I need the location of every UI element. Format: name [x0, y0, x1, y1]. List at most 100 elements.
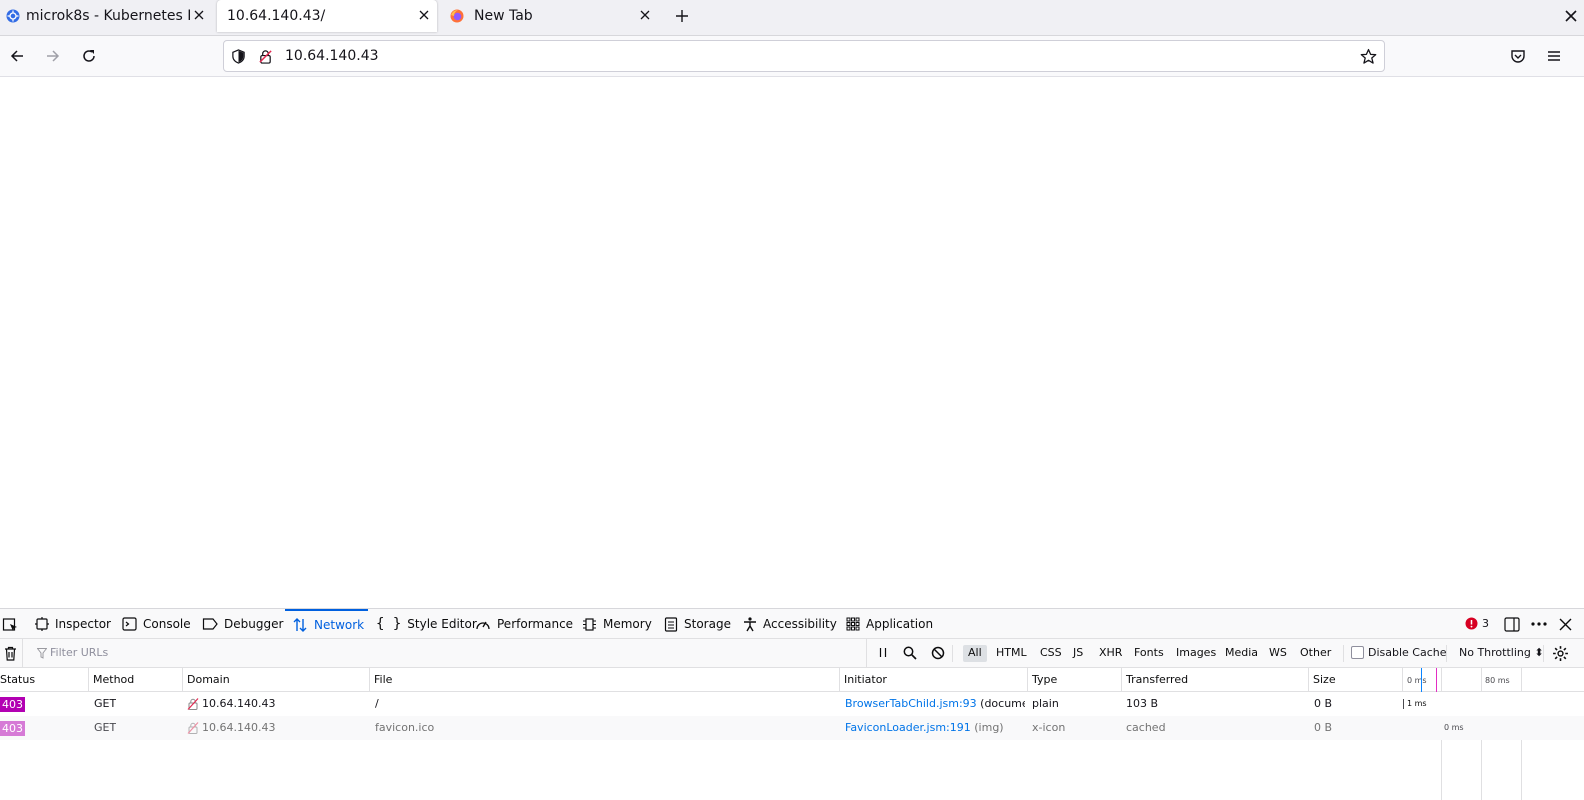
element-picker-icon[interactable]	[2, 617, 18, 633]
close-devtools-icon[interactable]	[1559, 618, 1572, 631]
toolbar-divider	[1543, 645, 1544, 662]
tab-network[interactable]: Network	[285, 609, 368, 639]
domain-cell: 10.64.140.43	[202, 697, 276, 710]
timing-bar	[1403, 699, 1404, 709]
settings-gear-icon[interactable]	[1552, 645, 1569, 662]
size-cell: 0 B	[1314, 721, 1333, 734]
insecure-lock-icon	[187, 698, 199, 710]
dock-side-icon[interactable]	[1504, 617, 1520, 632]
filter-urls-input[interactable]: Filter URLs	[22, 639, 867, 668]
tab-label: Inspector	[55, 617, 111, 631]
col-status[interactable]: Status	[0, 668, 89, 692]
tab-memory[interactable]: Memory	[582, 609, 652, 639]
url-text[interactable]: 10.64.140.43	[285, 48, 379, 64]
tab-performance[interactable]: Performance	[475, 609, 573, 639]
filter-all[interactable]: All	[963, 645, 987, 662]
col-type[interactable]: Type	[1028, 668, 1122, 692]
inspector-icon	[35, 617, 49, 631]
tab-title: 10.64.140.43/	[227, 8, 326, 24]
filter-fonts[interactable]: Fonts	[1129, 645, 1169, 662]
timing-label: 1 ms	[1407, 699, 1427, 708]
col-file[interactable]: File	[370, 668, 840, 692]
kubernetes-icon	[6, 9, 20, 23]
insecure-lock-icon[interactable]	[258, 49, 273, 64]
network-toolbar: Filter URLs All HTML CSS JS XHR Fonts Im…	[0, 639, 1584, 668]
file-cell: favicon.ico	[375, 721, 435, 734]
initiator-extra: (docume…	[980, 697, 1025, 710]
tab-console[interactable]: Console	[122, 609, 191, 639]
forward-arrow-icon[interactable]	[45, 48, 61, 64]
status-badge: 403	[0, 721, 25, 736]
initiator-link[interactable]: FaviconLoader.jsm:191	[845, 721, 971, 734]
bookmark-star-icon[interactable]	[1360, 48, 1377, 65]
devtools-tabbar: Inspector Console Debugger Network { } S…	[0, 609, 1584, 639]
filter-html[interactable]: HTML	[991, 645, 1032, 662]
page-content	[0, 77, 1584, 608]
firefox-icon	[450, 9, 464, 23]
table-row[interactable]: 403 GET 10.64.140.43 favicon.ico Favicon…	[0, 716, 1584, 740]
tab-debugger[interactable]: Debugger	[202, 609, 283, 639]
checkbox-box[interactable]	[1351, 646, 1364, 659]
tab-label: Memory	[603, 617, 652, 631]
status-badge: 403	[0, 697, 25, 712]
error-count-badge[interactable]: 3	[1465, 617, 1489, 630]
tab-label: Network	[314, 618, 365, 632]
filter-css[interactable]: CSS	[1035, 645, 1067, 662]
shield-icon[interactable]	[231, 49, 246, 64]
disable-cache-checkbox[interactable]: Disable Cache	[1351, 646, 1447, 659]
col-method[interactable]: Method	[89, 668, 183, 692]
tab-storage[interactable]: Storage	[664, 609, 731, 639]
method-cell: GET	[94, 721, 117, 734]
col-initiator[interactable]: Initiator	[840, 668, 1028, 692]
more-options-icon[interactable]	[1531, 622, 1547, 626]
tab-active[interactable]: 10.64.140.43/	[217, 0, 437, 32]
tab-label: Performance	[497, 617, 574, 631]
pocket-icon[interactable]	[1510, 48, 1526, 64]
filter-images[interactable]: Images	[1171, 645, 1221, 662]
tab-application[interactable]: Application	[846, 609, 933, 639]
trash-icon[interactable]	[4, 646, 17, 661]
filter-other[interactable]: Other	[1295, 645, 1336, 662]
tab-label: Storage	[684, 617, 731, 631]
close-tab-icon[interactable]	[192, 8, 206, 22]
tab-inspector[interactable]: Inspector	[35, 609, 111, 639]
throttling-select[interactable]: No Throttling ⬍	[1459, 646, 1544, 659]
new-tab-plus-icon[interactable]	[674, 8, 690, 24]
waterfall-tick: 80 ms	[1485, 676, 1510, 685]
file-cell: /	[375, 697, 379, 710]
block-icon[interactable]	[931, 646, 945, 660]
close-tab-icon[interactable]	[638, 8, 652, 22]
close-tab-icon[interactable]	[417, 8, 431, 22]
url-bar[interactable]: 10.64.140.43	[223, 40, 1385, 72]
table-row[interactable]: 403 GET 10.64.140.43 / BrowserTabChild.j…	[0, 692, 1584, 716]
hamburger-menu-icon[interactable]	[1546, 48, 1562, 64]
gauge-icon	[475, 617, 491, 631]
filter-funnel-icon	[37, 648, 47, 659]
accessibility-icon	[743, 616, 757, 632]
close-window-icon[interactable]	[1563, 8, 1579, 24]
filter-media[interactable]: Media	[1220, 645, 1263, 662]
transferred-cell: 103 B	[1126, 697, 1159, 710]
filter-ws[interactable]: WS	[1264, 645, 1292, 662]
braces-icon: { }	[376, 616, 402, 632]
back-arrow-icon[interactable]	[9, 48, 25, 64]
reload-icon[interactable]	[81, 48, 97, 64]
tab-title: New Tab	[474, 8, 533, 24]
tab-microk8s[interactable]: microk8s - Kubernetes Da	[0, 0, 212, 32]
pause-icon[interactable]	[877, 647, 889, 659]
tab-style-editor[interactable]: { } Style Editor	[376, 609, 477, 639]
disable-cache-label: Disable Cache	[1368, 646, 1447, 659]
tab-accessibility[interactable]: Accessibility	[743, 609, 837, 639]
filter-js[interactable]: JS	[1068, 645, 1088, 662]
col-transferred[interactable]: Transferred	[1122, 668, 1309, 692]
network-icon	[292, 617, 308, 633]
col-domain[interactable]: Domain	[183, 668, 370, 692]
tab-new-tab[interactable]: New Tab	[444, 0, 658, 32]
search-icon[interactable]	[903, 646, 917, 660]
timing-label: 0 ms	[1444, 723, 1464, 732]
col-size[interactable]: Size	[1309, 668, 1403, 692]
domain-cell: 10.64.140.43	[202, 721, 276, 734]
initiator-link[interactable]: BrowserTabChild.jsm:93	[845, 697, 977, 710]
tab-label: Application	[866, 617, 934, 631]
filter-xhr[interactable]: XHR	[1094, 645, 1127, 662]
